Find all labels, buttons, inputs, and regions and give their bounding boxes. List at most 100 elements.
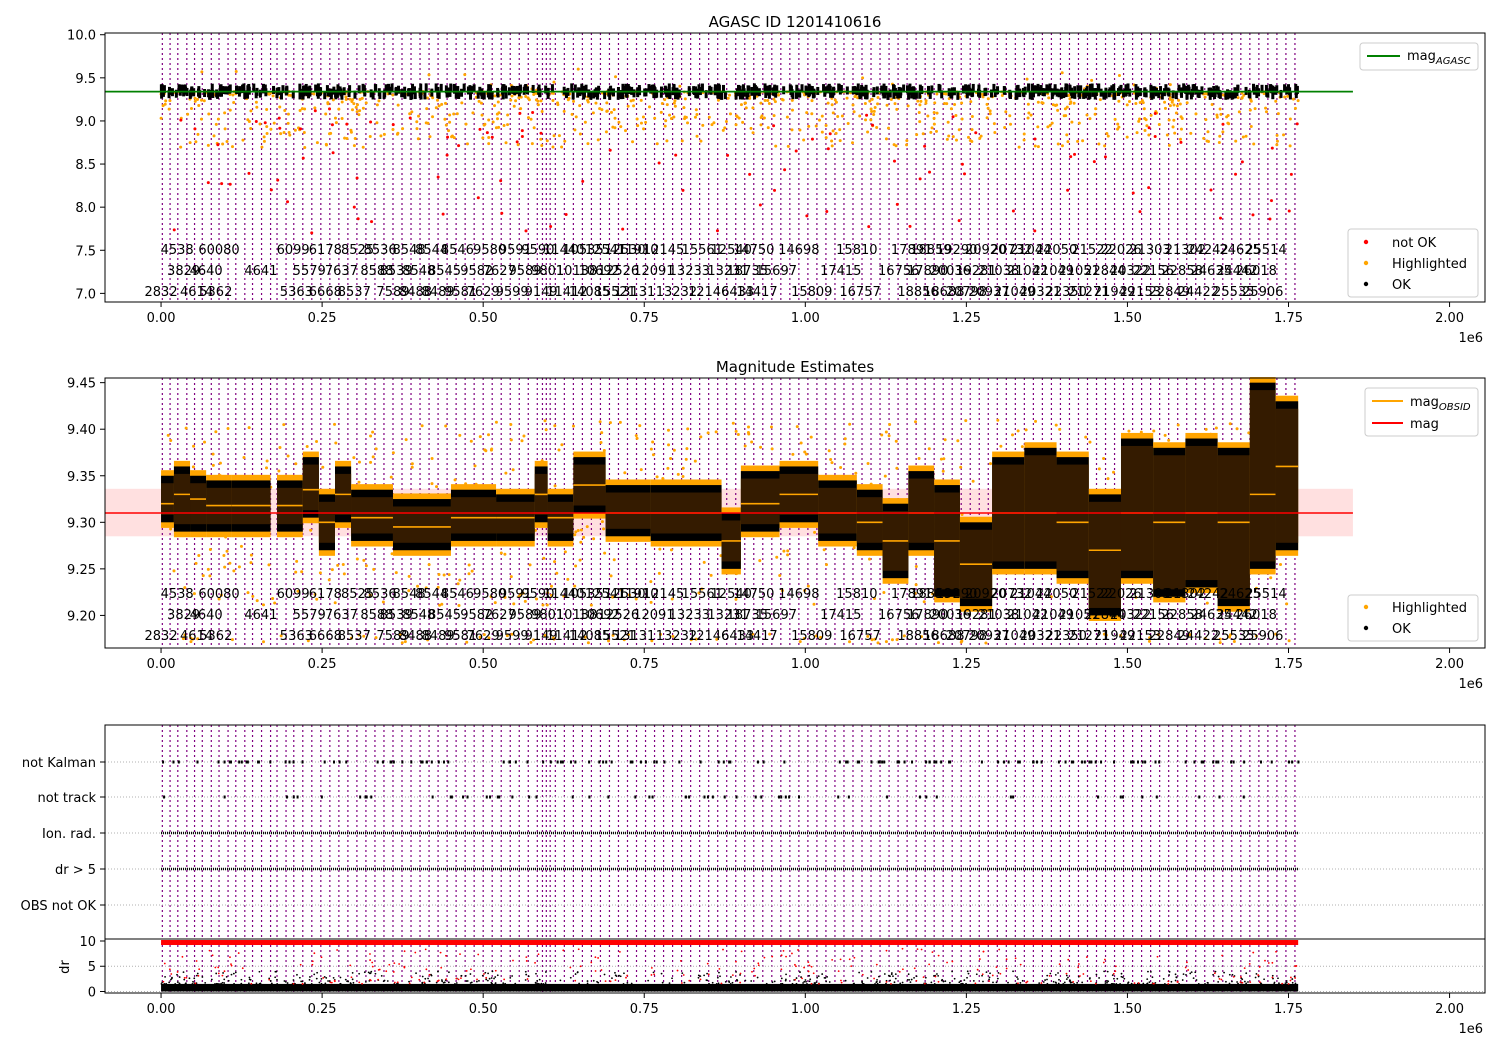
highlighted-point [663,98,667,102]
highlighted-point [739,103,743,107]
ok-point [1224,91,1228,100]
flag-point-0 [783,760,786,764]
highlighted-point [369,460,373,464]
highlighted-point [831,129,835,133]
dr-not-ok-point [1213,972,1216,975]
flag-point-1 [847,795,850,799]
obsid-label-2-64: 15809 [791,629,832,644]
dr-not-ok-point [537,953,540,956]
dr-ok-point [1046,982,1049,985]
dr-not-ok-point [311,963,314,966]
highlighted-point [1022,138,1026,142]
dr-ok-point [214,983,216,985]
x-tick-label-1-5: 1.25 [952,311,981,326]
highlighted-point [851,141,855,145]
dr-not-ok-point [754,974,756,977]
dr-ok-point [1067,976,1069,979]
dr-ok-point [948,981,951,984]
not-ok-point [356,217,360,221]
highlighted-point [199,117,203,121]
dr-ok-point [465,980,468,982]
ok-point [496,89,500,98]
highlighted-point [249,109,253,113]
dr-not-ok-point [885,949,888,952]
highlighted-point [802,138,806,142]
dr-not-ok-point [393,981,396,984]
highlighted-point [873,105,877,109]
dr-ok-point [1151,976,1154,979]
not-ok-point [1147,126,1151,130]
ok-point [203,89,207,98]
highlighted-point [453,478,457,482]
dr-not-ok-point [385,970,388,973]
x-tick-label-3-4: 1.00 [791,1002,820,1017]
ok-point [219,88,223,97]
dr-ok-point [959,980,962,983]
dr-ok-point [275,970,278,973]
dr-ok-point [866,977,869,979]
highlighted-point [201,574,205,578]
obsid-label-1-14: 8537 [338,285,371,300]
highlighted-point [795,425,799,429]
highlighted-point [530,142,534,146]
flag-point-0 [1040,760,1043,764]
highlighted-point [735,115,739,119]
dr-ok-point [437,970,439,973]
dr-not-ok-point [465,970,468,972]
highlighted-point [894,439,898,443]
highlighted-point [324,112,328,116]
dr-ok-point [349,982,352,984]
highlighted-point [686,121,690,125]
highlighted-point [731,421,735,425]
highlighted-point [724,119,728,123]
flag-point-1 [648,795,651,799]
dr-ok-point [352,981,355,984]
dr-ok-point [799,971,801,973]
dr-ok-point [1007,981,1009,984]
dr-ok-point [1254,976,1257,979]
dr-ok-point [724,981,727,983]
highlighted-point [279,132,283,136]
flag-point-1 [450,795,453,799]
dr-ok-point [351,972,354,974]
highlighted-point [666,466,670,470]
not-ok-point [773,188,777,192]
not-ok-point [331,151,335,155]
ok-point [665,88,669,97]
highlighted-point [989,462,993,466]
highlighted-point [465,142,469,146]
dr-not-ok-point [873,977,876,980]
highlighted-point [1275,139,1279,143]
dr-not-ok-point [162,980,165,983]
flag-point-0 [949,760,952,764]
flag-point-0 [332,760,335,764]
highlighted-point [686,427,690,431]
highlighted-point [223,111,227,115]
not-ok-point [328,107,332,111]
dr-ok-point [1073,982,1075,985]
dr-ok-point [703,974,706,977]
not-ok-point [277,116,281,120]
highlighted-point [1058,427,1062,431]
dr-ok-point [965,982,967,985]
highlighted-point [635,436,639,440]
dr-ok-point [1285,980,1288,982]
highlighted-point [566,577,570,581]
highlighted-point [334,441,338,445]
highlighted-point [1026,116,1030,120]
flag-point-1 [837,795,840,799]
highlighted-point [678,84,682,88]
flag-point-0 [838,760,841,764]
dr-ok-point [1236,981,1238,983]
dr-ok-point [736,979,738,981]
highlighted-point [1286,94,1290,98]
highlighted-point [702,560,706,564]
highlighted-point [278,105,282,109]
highlighted-point [349,128,353,132]
flag-point-0 [857,760,860,764]
highlighted-point [260,145,264,149]
dr-ok-point [795,982,798,985]
dr-not-ok-point [1085,956,1088,958]
ok-point [823,88,827,97]
flag-point-1 [1242,795,1245,799]
